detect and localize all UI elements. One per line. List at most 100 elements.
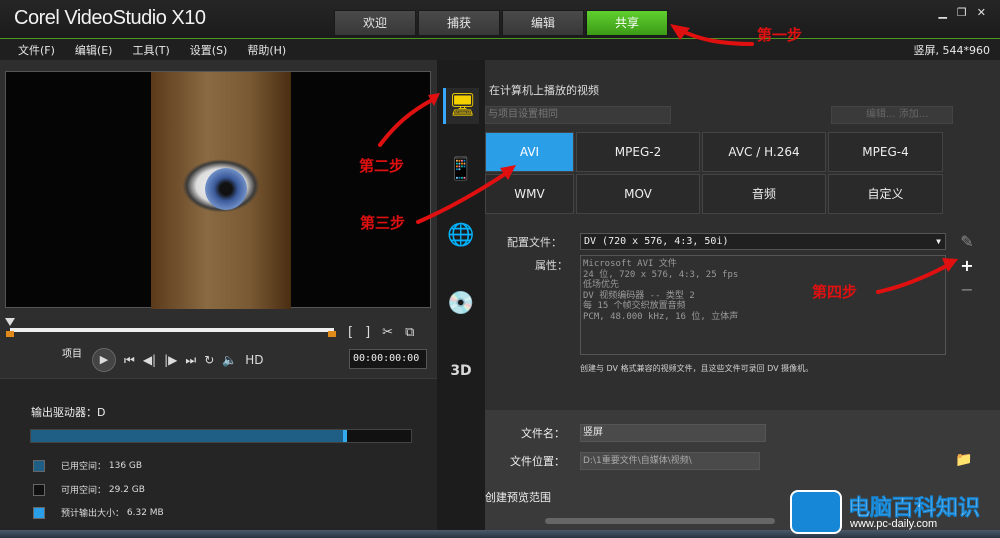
- menu-edit[interactable]: 编辑(E): [75, 42, 113, 58]
- tab-welcome[interactable]: 欢迎: [334, 10, 416, 36]
- pencil-icon[interactable]: ✎: [955, 232, 979, 256]
- device-icon[interactable]: 📱: [443, 152, 479, 188]
- menu-tools[interactable]: 工具(T): [132, 42, 169, 58]
- menu-bar: 文件(F) 编辑(E) 工具(T) 设置(S) 帮助(H) 竖屏, 544*96…: [0, 38, 1000, 60]
- folder-icon[interactable]: 📁: [955, 452, 972, 468]
- legend-used: 已用空间： 136 GB: [33, 459, 142, 472]
- tab-share[interactable]: 共享: [586, 10, 668, 36]
- preview-window: [5, 71, 431, 309]
- format-wmv[interactable]: WMV: [485, 174, 574, 214]
- preview-frame-image: [151, 72, 291, 309]
- play-button[interactable]: ▶: [92, 348, 116, 372]
- web-globe-icon[interactable]: 🌐: [443, 218, 479, 254]
- cut-icon[interactable]: ✂: [382, 325, 393, 340]
- profile-dropdown[interactable]: DV (720 x 576, 4:3, 50i) ▼: [580, 233, 946, 250]
- filename-input[interactable]: 竖屏: [580, 424, 766, 442]
- computer-icon[interactable]: 🖥: [443, 88, 479, 124]
- attr-line: 24 位, 720 x 576, 4:3, 25 fps: [583, 269, 739, 280]
- legend-free: 可用空间： 29.2 GB: [33, 483, 145, 496]
- chevron-down-icon: ▼: [936, 237, 941, 246]
- annotation-step4: 第四步: [812, 283, 858, 301]
- profile-value: DV (720 x 576, 4:3, 50i): [584, 236, 729, 247]
- close-button[interactable]: ✕: [977, 6, 986, 19]
- volume-icon[interactable]: 🔈: [222, 353, 237, 367]
- drive-title: 输出驱动器：D: [31, 406, 106, 419]
- remove-profile-minus-icon[interactable]: −: [955, 280, 979, 304]
- add-profile-plus-icon[interactable]: +: [955, 256, 979, 280]
- disc-icon[interactable]: 💿: [443, 286, 479, 322]
- eye-iris-image: [205, 168, 247, 210]
- filepath-label: 文件位置：: [510, 455, 565, 468]
- menu-settings[interactable]: 设置(S): [190, 42, 228, 58]
- used-value: 136 GB: [108, 460, 143, 471]
- repeat-icon[interactable]: ↻: [204, 353, 214, 367]
- window-controls: ▁ ❐ ✕: [938, 6, 986, 19]
- used-label: 已用空间：: [61, 462, 107, 472]
- trim-start-marker[interactable]: [6, 331, 14, 337]
- filename-label: 文件名：: [521, 427, 565, 440]
- attributes-label: 属性：: [535, 259, 568, 272]
- annotation-step3: 第三步: [360, 214, 406, 232]
- go-end-icon[interactable]: ⏭: [185, 353, 196, 368]
- mark-in-button[interactable]: [: [348, 325, 353, 340]
- tab-capture[interactable]: 捕获: [418, 10, 500, 36]
- drive-usage-bar: [30, 429, 412, 443]
- attr-line: 低场优先: [583, 280, 620, 291]
- app-window: Corel VideoStudio X10 欢迎 捕获 编辑 共享 ▁ ❐ ✕ …: [0, 0, 1000, 538]
- format-mpeg2[interactable]: MPEG-2: [576, 132, 700, 172]
- used-swatch: [33, 459, 45, 472]
- prev-frame-icon[interactable]: ◀|: [143, 353, 156, 367]
- format-avi[interactable]: AVI: [485, 132, 574, 172]
- go-start-icon[interactable]: ⏮: [124, 353, 135, 368]
- format-audio[interactable]: 音频: [702, 174, 826, 214]
- aspect-info: 竖屏, 544*960: [913, 44, 990, 57]
- watermark: 电脑百科知识 www.pc-daily.com: [790, 484, 1000, 538]
- app-logo: Corel VideoStudio X10: [14, 7, 206, 29]
- monitor-logo-icon: [790, 490, 842, 534]
- timecode-field[interactable]: 00:00:00:00: [349, 349, 427, 369]
- format-avc-h264[interactable]: AVC / H.264: [702, 132, 826, 172]
- free-swatch: [33, 483, 45, 496]
- next-frame-icon[interactable]: |▶: [164, 353, 177, 367]
- legend-estimated: 预计输出大小： 6.32 MB: [33, 506, 164, 519]
- format-description: 创建与 DV 格式兼容的视频文件，且这些文件可录回 DV 摄像机。: [580, 364, 814, 373]
- filepath-input[interactable]: D:\1重要文件\自媒体\视频\: [580, 452, 760, 470]
- attributes-box: Microsoft AVI 文件 24 位, 720 x 576, 4:3, 2…: [580, 255, 946, 355]
- maximize-button[interactable]: ❐: [957, 6, 967, 19]
- create-preview-range-checkbox[interactable]: 创建预览范围: [485, 489, 551, 505]
- horizontal-scrollbar[interactable]: [545, 518, 775, 524]
- workspace-tabs: 欢迎 捕获 编辑 共享: [334, 10, 670, 36]
- tab-edit[interactable]: 编辑: [502, 10, 584, 36]
- free-value: 29.2 GB: [108, 484, 145, 495]
- format-grid: AVI MPEG-2 AVC / H.264 MPEG-4 WMV MOV 音频…: [485, 132, 947, 214]
- watermark-url: www.pc-daily.com: [850, 518, 938, 530]
- drive-info: 输出驱动器：D 已用空间： 136 GB 可用空间： 29.2 GB 预计输出大…: [0, 378, 437, 538]
- transport-controls: ▶ ⏮ ◀| |▶ ⏭ ↻ 🔈 HD: [92, 348, 263, 372]
- attr-line: 每 15 个帧交织放置音频: [583, 301, 686, 312]
- attr-line: PCM, 48.000 kHz, 16 位, 立体声: [583, 311, 739, 322]
- estimated-value: 6.32 MB: [126, 507, 164, 518]
- format-mpeg4[interactable]: MPEG-4: [828, 132, 943, 172]
- free-label: 可用空间：: [61, 486, 107, 496]
- hd-button[interactable]: HD: [245, 353, 263, 367]
- edit-add-buttons[interactable]: 编辑... 添加...: [831, 106, 953, 124]
- profile-tools: ✎ + −: [955, 232, 979, 304]
- project-settings-dropdown[interactable]: 与项目设置相同: [485, 106, 671, 124]
- 3d-icon[interactable]: 3D: [443, 353, 479, 389]
- player-panel: [ ] ✂ ⧉ 项目 ▶ ⏮ ◀| |▶ ⏭ ↻ 🔈 HD 00:00:00:0…: [0, 60, 437, 538]
- title-bar: Corel VideoStudio X10 欢迎 捕获 编辑 共享 ▁ ❐ ✕: [0, 0, 1000, 38]
- enlarge-icon[interactable]: ⧉: [405, 325, 414, 340]
- format-mov[interactable]: MOV: [576, 174, 700, 214]
- trim-end-marker[interactable]: [328, 331, 336, 337]
- section-title: 在计算机上播放的视频: [489, 84, 599, 97]
- minimize-button[interactable]: ▁: [938, 6, 946, 19]
- scrub-bar[interactable]: [10, 328, 334, 332]
- menu-help[interactable]: 帮助(H): [247, 42, 286, 58]
- mark-buttons: [ ] ✂ ⧉: [348, 325, 414, 340]
- playhead-handle[interactable]: [5, 318, 15, 326]
- drive-usage-fill: [31, 430, 347, 442]
- share-category-strip: 🖥 📱 🌐 💿 3D: [437, 60, 485, 538]
- menu-file[interactable]: 文件(F): [18, 42, 55, 58]
- format-custom[interactable]: 自定义: [828, 174, 943, 214]
- mark-out-button[interactable]: ]: [365, 325, 370, 340]
